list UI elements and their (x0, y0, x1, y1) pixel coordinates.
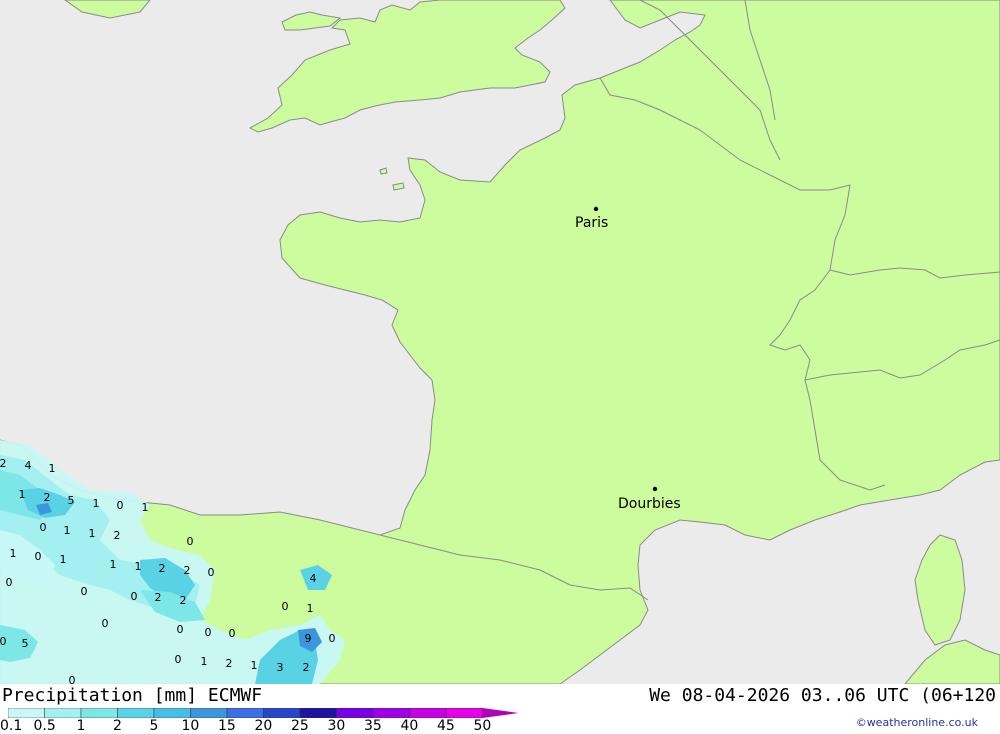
grid-value: 1 (93, 497, 100, 510)
city-label-dourbies: Dourbies (618, 496, 681, 512)
grid-value: 0 (117, 499, 124, 512)
grid-value: 1 (89, 527, 96, 540)
legend-label: 40 (400, 718, 419, 734)
grid-value: 0 (175, 653, 182, 666)
legend-arrow (482, 708, 519, 718)
legend-swatch (263, 708, 301, 718)
legend-label: 45 (437, 718, 455, 734)
grid-value: 4 (25, 459, 32, 472)
map-title: Precipitation [mm] ECMWF (2, 685, 263, 706)
grid-value: 0 (329, 632, 336, 645)
precipitation-map: 2 4 1 1 2 5 1 0 1 0 1 1 2 1 0 1 0 1 1 2 … (0, 0, 1000, 684)
grid-value: 2 (180, 594, 187, 607)
grid-value: 2 (184, 564, 191, 577)
grid-value: 1 (19, 488, 26, 501)
grid-value: 5 (68, 494, 75, 507)
legend-colorbar (8, 708, 519, 718)
grid-value: 2 (44, 491, 51, 504)
grid-value: 0 (35, 550, 42, 563)
grid-value: 2 (226, 657, 233, 670)
grid-value: 1 (142, 501, 149, 514)
grid-value: 2 (303, 661, 310, 674)
legend-label: 2 (113, 718, 122, 734)
legend-swatch (44, 708, 82, 718)
grid-value: 1 (10, 547, 17, 560)
city-dot-paris (593, 206, 599, 212)
grid-value: 1 (201, 655, 208, 668)
grid-value: 0 (229, 627, 236, 640)
grid-value: 0 (6, 576, 13, 589)
grid-value: 1 (307, 602, 314, 615)
legend-swatch (190, 708, 228, 718)
legend-swatch (226, 708, 264, 718)
legend-swatch (80, 708, 118, 718)
grid-value: 0 (208, 566, 215, 579)
grid-value: 0 (131, 590, 138, 603)
legend-swatch (8, 708, 45, 718)
grid-value: 0 (102, 617, 109, 630)
grid-value: 0 (81, 585, 88, 598)
grid-value: 1 (135, 560, 142, 573)
grid-value: 0 (40, 521, 47, 534)
legend-label: 50 (473, 718, 492, 734)
grid-value: 2 (114, 529, 121, 542)
legend-swatch (336, 708, 374, 718)
copyright-text: ©weatheronline.co.uk (855, 716, 978, 729)
legend-label: 1 (76, 718, 86, 734)
legend-swatch (445, 708, 483, 718)
legend-label: 30 (327, 718, 346, 734)
grid-value: 2 (0, 457, 7, 470)
grid-value: 0 (0, 635, 7, 648)
grid-value: 2 (155, 591, 162, 604)
city-label-paris: Paris (575, 215, 608, 231)
grid-value: 0 (205, 626, 212, 639)
legend-swatch (299, 708, 337, 718)
legend-swatch (153, 708, 191, 718)
grid-value: 3 (277, 661, 284, 674)
grid-value: 0 (69, 674, 76, 684)
grid-value: 1 (49, 462, 56, 475)
grid-value: 0 (282, 600, 289, 613)
legend-label: 0.1 (0, 718, 23, 734)
grid-value: 1 (110, 558, 117, 571)
legend-label: 15 (218, 718, 236, 734)
grid-value: 1 (251, 659, 258, 672)
grid-value: 4 (310, 572, 317, 585)
legend-swatch (117, 708, 155, 718)
legend-label: 20 (254, 718, 273, 734)
grid-value: 2 (159, 562, 166, 575)
grid-value: 0 (187, 535, 194, 548)
legend-label: 10 (181, 718, 200, 734)
grid-value: 1 (60, 553, 67, 566)
legend-label: 25 (291, 718, 309, 734)
map-footer: Precipitation [mm] ECMWF We 08-04-2026 0… (0, 684, 1000, 734)
city-dot-dourbies (652, 486, 658, 492)
grid-value: 9 (305, 632, 312, 645)
grid-value: 0 (177, 623, 184, 636)
legend-swatch (409, 708, 447, 718)
map-datetime: We 08-04-2026 03..06 UTC (06+120 (649, 685, 996, 706)
grid-value: 5 (22, 637, 29, 650)
legend-swatch (372, 708, 410, 718)
legend-label: 0.5 (33, 718, 56, 734)
legend-label: 5 (149, 718, 159, 734)
grid-value: 1 (64, 524, 71, 537)
legend-label: 35 (364, 718, 382, 734)
